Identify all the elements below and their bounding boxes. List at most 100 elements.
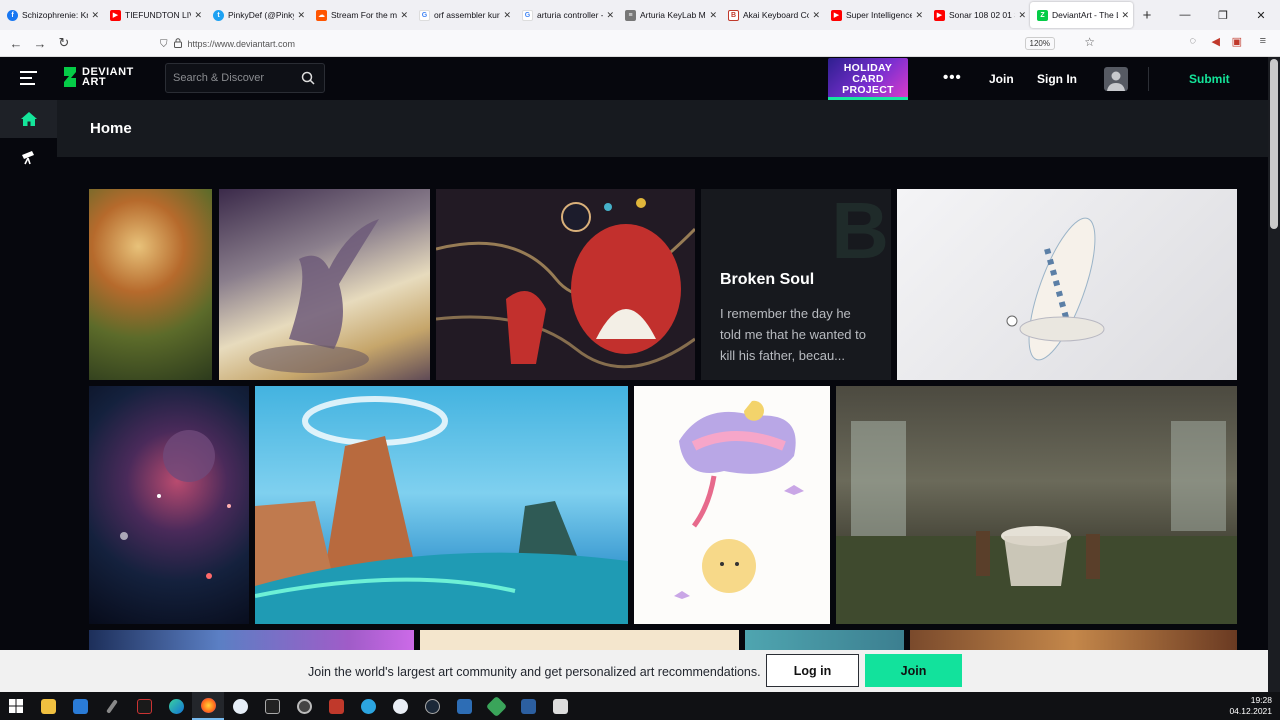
- arturia-icon: ≡: [625, 9, 636, 21]
- browser-tab[interactable]: B Akai Keyboard Co ✕: [721, 0, 824, 30]
- deviantart-logo[interactable]: DEVIANT ART: [62, 66, 134, 88]
- extension-icon[interactable]: ▣: [1232, 35, 1242, 48]
- close-tab-icon[interactable]: ✕: [400, 10, 408, 21]
- system-clock[interactable]: 19:28 04.12.2021: [1229, 695, 1272, 717]
- artwork-thumbnail[interactable]: [219, 189, 430, 380]
- header-divider: [1148, 67, 1149, 91]
- login-button[interactable]: Log in: [766, 654, 859, 687]
- home-icon: [20, 112, 37, 126]
- literature-card[interactable]: B Broken Soul I remember the day he told…: [701, 189, 891, 380]
- video-app-icon[interactable]: [320, 692, 352, 720]
- browser-tab[interactable]: f Schizophrenie: Kra ✕: [0, 0, 103, 30]
- mail-icon[interactable]: [64, 692, 96, 720]
- close-tab-icon[interactable]: ✕: [503, 10, 511, 21]
- soundcloud-icon: ☁: [316, 9, 327, 21]
- reload-icon[interactable]: ↻: [52, 35, 76, 51]
- youtube-icon: ▶: [934, 9, 945, 21]
- artwork-thumbnail[interactable]: [255, 386, 628, 624]
- close-tab-icon[interactable]: ✕: [1121, 10, 1129, 21]
- join-link[interactable]: Join: [989, 72, 1014, 86]
- close-tab-icon[interactable]: ✕: [1018, 10, 1026, 21]
- minimize-icon[interactable]: —: [1166, 9, 1204, 21]
- edge-icon[interactable]: [160, 692, 192, 720]
- browser-tab[interactable]: ☁ Stream For the ma ✕: [309, 0, 412, 30]
- browser-tab[interactable]: ▶TIEFUNDTON LIVE✕: [103, 0, 206, 30]
- submit-link[interactable]: Submit: [1189, 72, 1230, 86]
- google-icon: G: [522, 9, 533, 21]
- facebook-icon: f: [7, 9, 18, 21]
- browser-tab[interactable]: ▶ Super Intelligence ✕: [824, 0, 927, 30]
- menu-icon[interactable]: ≡: [1260, 35, 1266, 47]
- app-icon[interactable]: [448, 692, 480, 720]
- zoom-level[interactable]: 120%: [1024, 37, 1055, 50]
- sidebar-item-discover[interactable]: [0, 138, 57, 176]
- chat-app-icon[interactable]: [384, 692, 416, 720]
- youtube-icon: ▶: [110, 9, 121, 21]
- artwork-thumbnail[interactable]: [634, 386, 830, 624]
- telegram-icon[interactable]: [352, 692, 384, 720]
- search-input[interactable]: [166, 64, 291, 92]
- sign-in-link[interactable]: Sign In: [1037, 72, 1077, 86]
- url-text[interactable]: https://www.deviantart.com: [188, 39, 296, 49]
- r-studio-icon[interactable]: [512, 692, 544, 720]
- forward-icon[interactable]: →: [28, 36, 52, 51]
- more-options-icon[interactable]: •••: [943, 69, 962, 86]
- browser-tab[interactable]: ≡ Arturia KeyLab Mk ✕: [618, 0, 721, 30]
- deviantart-logo-icon: [64, 67, 76, 87]
- close-tab-icon[interactable]: ✕: [297, 10, 305, 21]
- lock-icon[interactable]: [173, 38, 182, 50]
- browser-tab-active[interactable]: Z DeviantArt - The L ✕: [1030, 2, 1133, 28]
- join-banner: Join the world's largest art community a…: [0, 650, 1268, 692]
- ableton-live-icon[interactable]: [256, 692, 288, 720]
- artwork-thumbnail[interactable]: [89, 189, 212, 380]
- artwork-thumbnail[interactable]: [836, 386, 1237, 624]
- maximize-icon[interactable]: ❐: [1204, 9, 1242, 22]
- pen-tool-icon[interactable]: [96, 692, 128, 720]
- windows-taskbar: 19:28 04.12.2021: [0, 692, 1280, 720]
- join-button[interactable]: Join: [865, 654, 962, 687]
- artwork-thumbnail[interactable]: [897, 189, 1237, 380]
- avatar[interactable]: [1104, 67, 1128, 91]
- hamburger-menu-icon[interactable]: [20, 71, 37, 85]
- windows-start-icon[interactable]: [0, 692, 32, 720]
- bookmark-star-icon[interactable]: ☆: [1084, 35, 1095, 49]
- sidebar-item-home[interactable]: [0, 100, 57, 138]
- browser-tab[interactable]: Garturia controller - ✕: [515, 0, 618, 30]
- firefox-icon[interactable]: [192, 692, 224, 720]
- search-icon[interactable]: [301, 71, 315, 85]
- browser-tab[interactable]: ▶Sonar 108 02 01 Su✕: [927, 0, 1030, 30]
- holiday-card-project-banner[interactable]: HOLIDAY CARD PROJECT: [828, 58, 908, 100]
- calculator-icon[interactable]: [128, 692, 160, 720]
- literature-watermark: B: [831, 189, 889, 275]
- browser-tab[interactable]: t PinkyDef (@Pinky ✕: [206, 0, 309, 30]
- back-icon[interactable]: ←: [4, 36, 28, 51]
- address-bar[interactable]: ⛉ https://www.deviantart.com: [152, 33, 1107, 55]
- browser-tab[interactable]: Gorf assembler kurs ✕: [412, 0, 515, 30]
- close-tab-icon[interactable]: ✕: [194, 10, 202, 21]
- pocket-icon[interactable]: ◌: [1189, 35, 1196, 47]
- banner-message: Join the world's largest art community a…: [308, 665, 761, 679]
- close-tab-icon[interactable]: ✕: [915, 10, 923, 21]
- file-explorer-icon[interactable]: [32, 692, 64, 720]
- close-tab-icon[interactable]: ✕: [606, 10, 614, 21]
- page-scrollbar[interactable]: [1268, 57, 1280, 692]
- literature-excerpt: I remember the day he told me that he wa…: [720, 306, 866, 363]
- close-tab-icon[interactable]: ✕: [91, 10, 99, 21]
- search-box[interactable]: [165, 63, 325, 93]
- close-window-icon[interactable]: ✕: [1242, 9, 1280, 22]
- new-tab-button[interactable]: +: [1133, 7, 1161, 24]
- scrollbar-thumb[interactable]: [1270, 59, 1278, 229]
- close-tab-icon[interactable]: ✕: [709, 10, 717, 21]
- disc-app-icon[interactable]: [288, 692, 320, 720]
- installer-icon[interactable]: [544, 692, 576, 720]
- browser-tab-strip: fSchizophrenie: Kra✕ ▶TIEFUNDTON LIVE✕ t…: [0, 0, 1280, 30]
- cloud-app-icon[interactable]: [224, 692, 256, 720]
- artwork-thumbnail[interactable]: [436, 189, 695, 380]
- artwork-thumbnail[interactable]: [89, 386, 249, 624]
- shield-icon[interactable]: ⛉: [160, 39, 168, 50]
- clock-time: 19:28: [1250, 695, 1272, 705]
- close-tab-icon[interactable]: ✕: [812, 10, 820, 21]
- steam-icon[interactable]: [416, 692, 448, 720]
- megaphone-icon[interactable]: ◀: [1212, 35, 1220, 48]
- git-icon[interactable]: [480, 692, 512, 720]
